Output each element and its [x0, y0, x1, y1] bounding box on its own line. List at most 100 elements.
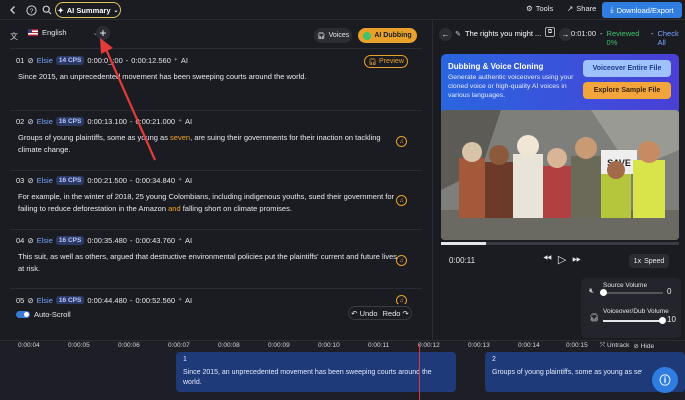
duration: 0:01:00 [571, 29, 597, 38]
video-progress-fill [441, 242, 487, 245]
timeline-segment[interactable]: 1 Since 2015, an unprecedented movement … [176, 352, 456, 392]
tools-button[interactable]: ⚙ Tools [526, 4, 553, 13]
eye-off-icon: ⊘ [633, 343, 639, 350]
ai-label[interactable]: AI [181, 56, 188, 65]
share-button[interactable]: ↗ Share [567, 4, 596, 13]
timeline-tick: 0:00:09 [268, 342, 290, 349]
ai-label[interactable]: AI [185, 236, 192, 245]
dubbing-icon [363, 31, 372, 40]
redo-icon: ↷ [402, 308, 409, 318]
segment-number: 04 [16, 236, 25, 245]
playhead[interactable] [419, 344, 420, 400]
source-volume-label: Source Volume [603, 282, 648, 289]
start-time[interactable]: 0:00:21.500 [87, 176, 127, 185]
segment-text[interactable]: This suit, as well as others, argued tha… [18, 251, 398, 274]
segment-header[interactable]: 03 ⊘ Elsie 16 CPS 0:00:21.500 - 0:00:34.… [16, 176, 192, 185]
segment-text[interactable]: Groups of young plaintiffs, some as youn… [18, 132, 398, 155]
mute-icon[interactable]: 🔇︎ [589, 286, 594, 296]
share-label: Share [576, 4, 597, 13]
video-player[interactable]: SAVE [441, 110, 679, 240]
speaker-name[interactable]: Elsie [37, 236, 53, 245]
end-time[interactable]: 0:00:34.840 [135, 176, 175, 185]
sparkle-icon: ⁺ [178, 117, 183, 126]
download-label: Download/Export [616, 5, 674, 15]
speaker-name[interactable]: Elsie [37, 56, 53, 65]
segment-divider [10, 110, 422, 111]
speaker-name[interactable]: Elsie [37, 117, 53, 126]
end-time[interactable]: 0:00:43.760 [135, 236, 175, 245]
tools-label: Tools [535, 4, 554, 13]
timeline-segment-text: Since 2015, an unprecedented movement ha… [183, 369, 432, 386]
annotation-arrow [100, 38, 157, 161]
headphones-icon[interactable]: 🎧︎ [589, 313, 599, 322]
segment-divider [10, 288, 422, 289]
video-title[interactable]: The rights you might ... [465, 29, 541, 38]
start-time[interactable]: 0:00:35.480 [87, 236, 127, 245]
headphones-icon: 🎧︎ [316, 32, 326, 40]
redo-label: Redo [382, 308, 401, 318]
segment-header[interactable]: 04 ⊘ Elsie 16 CPS 0:00:35.480 - 0:00:43.… [16, 236, 192, 245]
download-export-button[interactable]: ⤓ Download/Export [602, 2, 682, 18]
play-icon[interactable]: ▷ [558, 253, 566, 266]
voices-label: Voices [328, 32, 350, 39]
edit-icon[interactable]: ✎ [455, 30, 461, 38]
auto-scroll-toggle[interactable]: Auto-Scroll [16, 310, 71, 319]
dub-volume-slider[interactable] [603, 317, 666, 324]
redo-button[interactable]: Redo ↷ [383, 309, 409, 318]
rewind-icon[interactable]: ⏪︎ [543, 253, 552, 266]
check-circle-icon: ⊘ [27, 176, 34, 185]
toggle-switch[interactable] [16, 311, 30, 318]
undo-button[interactable]: ↶ Undo [351, 309, 377, 318]
slider-handle[interactable] [659, 317, 666, 324]
share-icon: ↗ [567, 4, 574, 13]
arrow-left-icon: ← [441, 30, 450, 39]
ai-dubbing-button[interactable]: AI Dubbing [358, 28, 417, 43]
timeline-tick: 0:00:04 [18, 342, 40, 349]
timeline-tick: 0:00:11 [368, 342, 390, 349]
ai-summary-button[interactable]: ✦ AI Summary ⌄ [55, 2, 121, 18]
speed-button[interactable]: 1x Speed [629, 254, 669, 268]
segment-number: 01 [16, 56, 25, 65]
explore-sample-file-button[interactable]: Explore Sample File [583, 82, 671, 99]
hide-label: Hide [640, 343, 655, 350]
timeline-tick: 0:00:08 [218, 342, 240, 349]
source-volume-slider[interactable] [600, 289, 663, 296]
auto-scroll-label: Auto-Scroll [34, 310, 71, 319]
video-frame: SAVE [441, 110, 679, 240]
help-icon[interactable]: ? [24, 3, 38, 17]
voices-button[interactable]: 🎧︎ Voices [314, 28, 352, 43]
ai-label[interactable]: AI [185, 176, 192, 185]
video-progress-track[interactable] [441, 242, 679, 245]
check-all-link[interactable]: Check All [657, 29, 685, 47]
chevron-down-icon: ⌄ [113, 7, 119, 14]
sparkle-icon: ⁺ [178, 176, 183, 185]
search-icon[interactable] [40, 3, 54, 17]
playback-controls: ⏪︎ ▷ ⏩︎ [543, 253, 581, 266]
segment-number: 03 [16, 176, 25, 185]
language-select[interactable]: English ⌄ [28, 28, 99, 37]
dub-volume-value: 10 [667, 315, 676, 324]
unlink-icon: ⤧ [600, 342, 606, 349]
preview-button[interactable]: 🎧︎ Preview [364, 55, 408, 68]
info-help-button[interactable]: ⓘ [652, 367, 678, 393]
segment-text[interactable]: Since 2015, an unprecedented movement ha… [18, 71, 398, 83]
back-icon[interactable] [6, 3, 20, 17]
hide-button[interactable]: ⊘ Hide [633, 342, 654, 350]
translate-icon[interactable]: 文 [10, 31, 18, 42]
untrack-label: Untrack [607, 342, 630, 349]
promo-text: Generate authentic voiceovers using your… [448, 74, 574, 99]
toolbar-divider [10, 48, 422, 49]
untrack-button[interactable]: ⤧ Untrack [600, 342, 629, 350]
voiceover-entire-file-button[interactable]: Voiceover Entire File [583, 60, 671, 77]
previous-video-button[interactable]: ← [439, 28, 452, 41]
review-status: 0:01:00 - Reviewed 0% - Check All [571, 29, 685, 47]
reviewed-percent: Reviewed 0% [606, 29, 640, 47]
ai-label[interactable]: AI [185, 117, 192, 126]
arrow-right-icon: → [561, 30, 570, 39]
open-icon[interactable]: ⧉ [545, 27, 555, 37]
timeline-tick: 0:00:07 [168, 342, 190, 349]
slider-handle[interactable] [600, 289, 607, 296]
segment-text[interactable]: For example, in the winter of 2018, 25 y… [18, 191, 398, 214]
speaker-name[interactable]: Elsie [37, 176, 53, 185]
fast-forward-icon[interactable]: ⏩︎ [572, 253, 581, 266]
